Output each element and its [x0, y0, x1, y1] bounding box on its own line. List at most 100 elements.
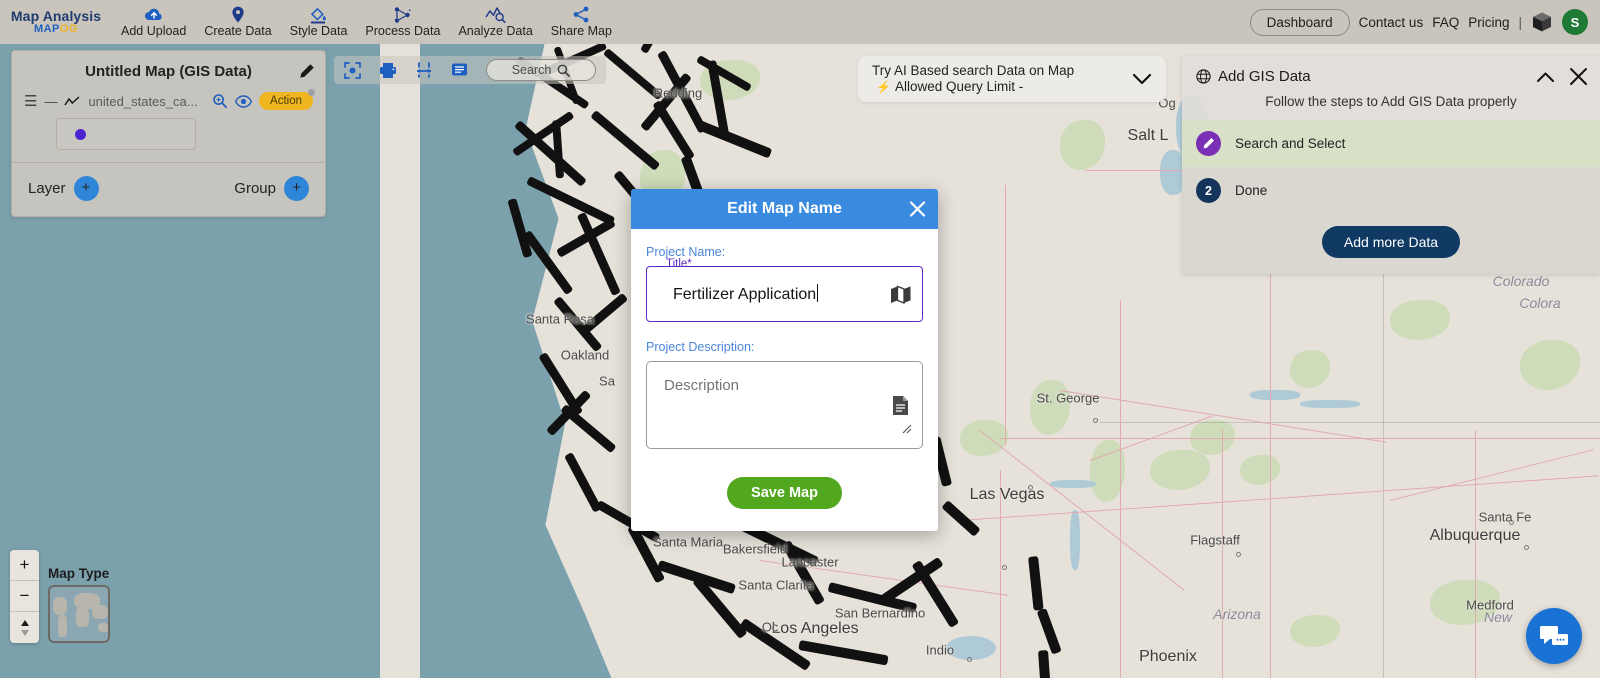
nav-process-data[interactable]: Process Data — [356, 0, 449, 44]
nav-label: Style Data — [289, 24, 348, 38]
map-city-label: St. George — [1036, 390, 1100, 406]
dashboard-button[interactable]: Dashboard — [1249, 8, 1350, 36]
layer-label: Layer — [28, 180, 66, 197]
nav-label: Create Data — [204, 24, 272, 38]
chevron-up-icon[interactable] — [1536, 71, 1555, 83]
fit-extent-icon[interactable] — [344, 61, 361, 79]
map-water-body — [1300, 400, 1360, 408]
map-zoom-controls: + − — [10, 550, 39, 643]
brand-mapog-map: MAP — [33, 22, 60, 35]
eye-icon[interactable] — [235, 94, 253, 108]
modal-header: Edit Map Name — [631, 189, 938, 229]
legend-icon[interactable] — [451, 62, 468, 78]
gis-panel-subtitle: Follow the steps to Add GIS Data properl… — [1265, 94, 1517, 109]
map-gridline — [1100, 422, 1600, 423]
map-road — [1120, 300, 1121, 678]
avatar[interactable]: S — [1562, 9, 1588, 35]
city-dot — [1236, 552, 1241, 557]
step-badge-pencil-icon — [1196, 131, 1221, 156]
gis-step-done[interactable]: 2 Done — [1182, 167, 1600, 214]
drag-handle-icon[interactable]: ☰ — [24, 94, 37, 109]
map-type-thumbnail[interactable] — [48, 585, 110, 643]
title-input[interactable]: Fertilizer Application — [646, 266, 923, 322]
add-more-data-button[interactable]: Add more Data — [1321, 226, 1461, 258]
faq-link[interactable]: FAQ — [1432, 15, 1459, 30]
map-state-label: Colora — [1519, 295, 1561, 311]
modal-footer: Save Map — [631, 459, 938, 531]
share-icon — [572, 6, 590, 23]
brand-logo[interactable]: Map Analysis MAPOG — [0, 9, 112, 35]
map-city-label: Santa Rosa — [526, 311, 594, 327]
chat-bubbles-icon — [1539, 623, 1569, 649]
process-nodes-icon — [393, 6, 412, 23]
gis-panel-actions — [1536, 67, 1588, 86]
add-layer-button[interactable]: + — [73, 176, 99, 201]
nav-create-data[interactable]: Create Data — [195, 0, 280, 44]
project-name-label: Project Name: — [646, 245, 726, 259]
map-title-text: Untitled Map (GIS Data) — [85, 63, 252, 80]
textarea-resize-handle[interactable] — [902, 424, 912, 434]
line-layer-icon — [64, 95, 81, 107]
contact-us-link[interactable]: Contact us — [1359, 15, 1424, 30]
document-icon — [891, 395, 910, 416]
description-textarea[interactable]: Description — [646, 361, 923, 449]
layer-name[interactable]: united_states_ca... — [88, 94, 205, 109]
chat-support-button[interactable] — [1526, 608, 1582, 664]
add-group-group: Group + — [234, 176, 309, 201]
description-placeholder: Description — [664, 377, 740, 394]
nav-analyze-data[interactable]: Analyze Data — [449, 0, 541, 44]
gis-panel-title: Add GIS Data — [1218, 68, 1311, 85]
map-water-body — [1250, 390, 1300, 400]
close-icon[interactable] — [1569, 67, 1588, 86]
nav-add-upload[interactable]: Add Upload — [112, 0, 195, 44]
print-icon[interactable] — [379, 62, 397, 79]
layer-action-button[interactable]: Action — [259, 89, 315, 110]
zoom-out-button[interactable]: − — [10, 581, 39, 612]
map-road — [1000, 438, 1600, 439]
layer-panel-footer: Layer + Group + — [12, 162, 325, 216]
add-group-button[interactable]: + — [284, 176, 309, 201]
pricing-link[interactable]: Pricing — [1468, 15, 1509, 30]
pencil-icon[interactable] — [298, 63, 315, 80]
brand-title: Map Analysis — [10, 7, 102, 24]
layer-symbol-preview[interactable] — [56, 118, 196, 150]
ai-search-pill[interactable]: Try AI Based search Data on Map ⚡ Allowe… — [858, 56, 1166, 102]
nav-label: Process Data — [365, 24, 441, 38]
gis-step-label: Done — [1235, 183, 1268, 198]
map-city-label: Los Angeles — [771, 620, 859, 637]
close-icon[interactable] — [909, 201, 926, 218]
action-label: Action — [270, 95, 302, 107]
map-folded-icon — [890, 284, 912, 304]
map-search-input[interactable]: Search — [486, 59, 596, 81]
layer-panel: Untitled Map (GIS Data) ☰ — united_state… — [11, 50, 326, 217]
analyze-chart-icon — [485, 6, 506, 23]
cloud-upload-icon — [144, 6, 164, 23]
top-right-group: Dashboard Contact us FAQ Pricing | S — [1249, 8, 1600, 36]
edit-map-name-modal: Edit Map Name Project Name: Title* Ferti… — [631, 189, 938, 531]
measure-icon[interactable] — [415, 62, 433, 78]
save-map-button[interactable]: Save Map — [727, 477, 842, 509]
chevron-down-icon[interactable] — [1128, 73, 1156, 86]
city-dot — [967, 657, 972, 662]
step-badge-two: 2 — [1196, 178, 1221, 203]
ai-query-limit-label: Allowed Query Limit - — [894, 79, 1024, 94]
collapse-dash-icon[interactable]: — — [44, 95, 57, 108]
zoom-in-button[interactable]: + — [10, 550, 39, 581]
gis-panel-footer: Add more Data — [1182, 214, 1600, 274]
compass-reset-bearing-icon[interactable] — [10, 612, 39, 643]
gis-step-search-and-select[interactable]: Search and Select — [1182, 120, 1600, 167]
group-label: Group — [234, 180, 276, 197]
nav-style-data[interactable]: Style Data — [281, 0, 357, 44]
nav-share-map[interactable]: Share Map — [542, 0, 621, 44]
zoom-to-layer-icon[interactable] — [212, 93, 228, 109]
map-city-label: Oakland — [560, 347, 610, 363]
map-water-body — [1050, 480, 1096, 488]
map-city-label: Salt L — [1127, 127, 1169, 144]
text-caret — [817, 284, 819, 302]
title-field-wrap: Title* Fertilizer Application — [646, 258, 923, 322]
title-input-value: Fertilizer Application — [673, 284, 819, 303]
3d-cube-icon[interactable] — [1531, 11, 1553, 33]
action-notification-dot — [308, 89, 315, 96]
map-city-label: Oc — [761, 619, 779, 635]
map-city-label: Bakersfield — [722, 541, 788, 557]
